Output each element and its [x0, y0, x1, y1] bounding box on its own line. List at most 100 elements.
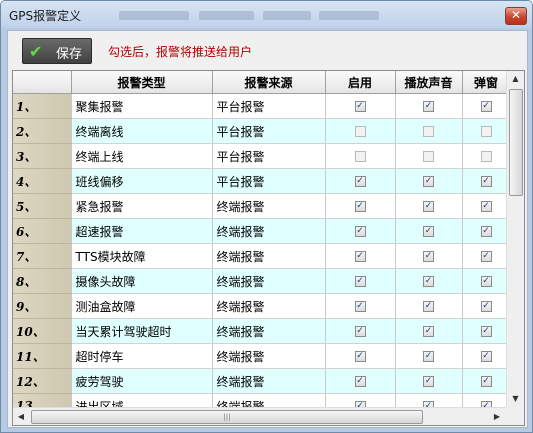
popup-checkbox[interactable]: ✓ — [480, 226, 492, 237]
table-row[interactable]: 11、 超时停车 终端报警 ✓ ✓ ✓ — [13, 343, 511, 369]
enabled-cell: ✓ — [325, 193, 396, 219]
scroll-left-icon[interactable]: ◀ — [13, 408, 29, 425]
enabled-checkbox[interactable]: ✓ — [354, 276, 366, 287]
row-number[interactable]: 9、 — [13, 293, 72, 319]
close-button[interactable]: ✕ — [505, 7, 527, 25]
sound-checkbox[interactable]: ✓ — [423, 251, 434, 262]
popup-checkbox[interactable]: ✓ — [480, 101, 492, 112]
row-number[interactable]: 8、 — [13, 268, 72, 294]
alarm-type-cell: 终端离线 — [71, 118, 213, 144]
vertical-scroll-thumb[interactable] — [509, 89, 523, 196]
enabled-checkbox[interactable]: ✓ — [354, 101, 366, 112]
scroll-up-icon[interactable]: ▲ — [507, 71, 524, 87]
enabled-checkbox[interactable]: ✓ — [354, 301, 366, 312]
sound-checkbox[interactable]: ✓ — [423, 151, 434, 162]
enabled-checkbox[interactable]: ✓ — [354, 376, 366, 387]
column-header-sound[interactable]: 播放声音 — [395, 71, 463, 94]
popup-checkbox[interactable]: ✓ — [480, 301, 492, 312]
sound-checkbox[interactable]: ✓ — [423, 326, 434, 337]
popup-checkbox[interactable]: ✓ — [480, 376, 492, 387]
enabled-checkbox[interactable]: ✓ — [354, 151, 366, 162]
table-row[interactable]: 5、 紧急报警 终端报警 ✓ ✓ ✓ — [13, 193, 511, 219]
popup-cell: ✓ — [462, 193, 511, 219]
popup-checkbox[interactable]: ✓ — [480, 251, 492, 262]
popup-cell: ✓ — [462, 368, 511, 394]
save-button[interactable]: ✔ 保存 — [22, 38, 92, 64]
column-header-enabled[interactable]: 启用 — [325, 71, 396, 94]
popup-checkbox[interactable]: ✓ — [480, 176, 492, 187]
title-bar[interactable]: GPS报警定义 ✕ — [1, 1, 532, 28]
table-row[interactable]: 10、 当天累计驾驶超时 终端报警 ✓ ✓ ✓ — [13, 318, 511, 344]
enabled-cell: ✓ — [325, 243, 396, 269]
enabled-checkbox[interactable]: ✓ — [354, 126, 366, 137]
hint-text: 勾选后，报警将推送给用户 — [108, 45, 253, 59]
check-icon: ✔ — [29, 42, 43, 61]
alarm-definition-window: GPS报警定义 ✕ ✔ 保存 勾选后，报警将推送给用户 报警类型 报警来源 启用… — [0, 0, 533, 433]
sound-checkbox[interactable]: ✓ — [423, 276, 434, 287]
enabled-checkbox[interactable]: ✓ — [354, 351, 366, 362]
popup-checkbox[interactable]: ✓ — [480, 151, 492, 162]
sound-checkbox[interactable]: ✓ — [423, 351, 434, 362]
popup-checkbox[interactable]: ✓ — [480, 276, 492, 287]
row-number[interactable]: 10、 — [13, 318, 72, 344]
popup-checkbox[interactable]: ✓ — [480, 126, 492, 137]
table-row[interactable]: 4、 班线偏移 平台报警 ✓ ✓ ✓ — [13, 168, 511, 194]
row-number[interactable]: 5、 — [13, 193, 72, 219]
sound-checkbox[interactable]: ✓ — [423, 126, 434, 137]
popup-checkbox[interactable]: ✓ — [480, 326, 492, 337]
sound-checkbox[interactable]: ✓ — [423, 376, 434, 387]
table-row[interactable]: 1、 聚集报警 平台报警 ✓ ✓ ✓ — [13, 93, 511, 119]
alarm-source-cell: 平台报警 — [212, 168, 326, 194]
popup-cell: ✓ — [462, 293, 511, 319]
table-row[interactable]: 12、 疲劳驾驶 终端报警 ✓ ✓ ✓ — [13, 368, 511, 394]
alarm-source-cell: 终端报警 — [212, 368, 326, 394]
sound-checkbox[interactable]: ✓ — [423, 301, 434, 312]
sound-checkbox[interactable]: ✓ — [423, 201, 434, 212]
enabled-cell: ✓ — [325, 218, 396, 244]
horizontal-scrollbar[interactable]: ◀ ||| ▶ — [13, 407, 506, 425]
column-header-source[interactable]: 报警来源 — [212, 71, 326, 94]
enabled-cell: ✓ — [325, 368, 396, 394]
table-row[interactable]: 7、 TTS模块故障 终端报警 ✓ ✓ ✓ — [13, 243, 511, 269]
sound-checkbox[interactable]: ✓ — [423, 176, 434, 187]
enabled-checkbox[interactable]: ✓ — [354, 176, 366, 187]
enabled-checkbox[interactable]: ✓ — [354, 201, 366, 212]
alarm-source-cell: 终端报警 — [212, 293, 326, 319]
enabled-checkbox[interactable]: ✓ — [354, 226, 366, 237]
enabled-cell: ✓ — [325, 168, 396, 194]
row-number[interactable]: 2、 — [13, 118, 72, 144]
table-row[interactable]: 8、 摄像头故障 终端报警 ✓ ✓ ✓ — [13, 268, 511, 294]
row-number[interactable]: 11、 — [13, 343, 72, 369]
table-row[interactable]: 2、终端离线平台报警 ✓ ✓ ✓ — [13, 118, 511, 144]
popup-checkbox[interactable]: ✓ — [480, 351, 492, 362]
alarm-source-cell: 平台报警 — [212, 143, 326, 169]
row-number[interactable]: 4、 — [13, 168, 72, 194]
vertical-scrollbar[interactable]: ▲ ▼ — [506, 71, 524, 407]
table-row[interactable]: 9、 测油盒故障 终端报警 ✓ ✓ ✓ — [13, 293, 511, 319]
scroll-down-icon[interactable]: ▼ — [507, 391, 524, 407]
alarm-type-cell: 班线偏移 — [71, 168, 213, 194]
sound-cell: ✓ — [395, 268, 463, 294]
horizontal-scroll-thumb[interactable]: ||| — [31, 410, 423, 424]
row-number[interactable]: 1、 — [13, 93, 72, 119]
enabled-cell: ✓ — [325, 143, 396, 169]
table-row[interactable]: 3、终端上线平台报警 ✓ ✓ ✓ — [13, 143, 511, 169]
sound-checkbox[interactable]: ✓ — [423, 101, 434, 112]
row-number[interactable]: 12、 — [13, 368, 72, 394]
enabled-cell: ✓ — [325, 343, 396, 369]
popup-checkbox[interactable]: ✓ — [480, 201, 492, 212]
table-row[interactable]: 6、 超速报警 终端报警 ✓ ✓ ✓ — [13, 218, 511, 244]
row-number[interactable]: 6、 — [13, 218, 72, 244]
enabled-checkbox[interactable]: ✓ — [354, 326, 366, 337]
column-header-popup[interactable]: 弹窗 — [462, 71, 511, 94]
sound-checkbox[interactable]: ✓ — [423, 226, 434, 237]
alarm-source-cell: 终端报警 — [212, 318, 326, 344]
row-number[interactable]: 7、 — [13, 243, 72, 269]
enabled-checkbox[interactable]: ✓ — [354, 251, 366, 262]
scroll-right-icon[interactable]: ▶ — [489, 408, 505, 425]
alarm-source-cell: 平台报警 — [212, 93, 326, 119]
column-header-type[interactable]: 报警类型 — [71, 71, 213, 94]
row-number[interactable]: 3、 — [13, 143, 72, 169]
column-header-rownum[interactable] — [13, 71, 72, 94]
popup-cell: ✓ — [462, 218, 511, 244]
